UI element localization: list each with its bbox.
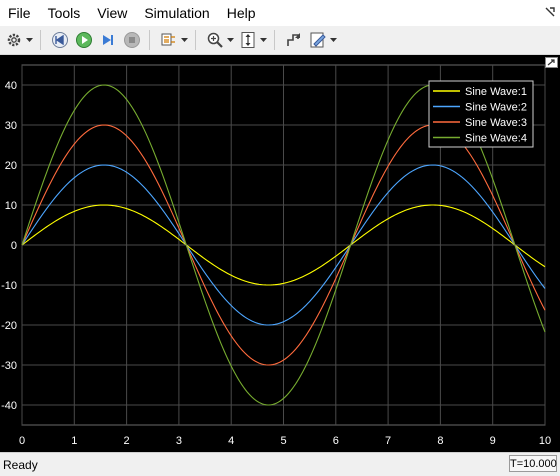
y-tick-label: -40 [1,400,17,412]
y-tick-label: -30 [1,360,17,372]
status-bar: Ready T=10.000 [0,452,560,476]
y-tick-label: -20 [1,320,17,332]
legend-label: Sine Wave:1 [465,86,527,98]
y-tick-label: 0 [11,240,17,252]
toolbar [0,26,560,55]
legend-label: Sine Wave:4 [465,133,527,145]
style-icon[interactable] [308,30,328,50]
x-tick-label: 10 [539,435,551,447]
x-tick-label: 5 [280,435,286,447]
style-dropdown-icon[interactable] [329,30,337,50]
zoom-dropdown-icon[interactable] [226,30,234,50]
y-tick-label: 30 [5,120,17,132]
run-icon[interactable] [74,30,94,50]
menu-simulation[interactable]: Simulation [136,0,218,26]
toolbar-separator [149,30,150,50]
menu-bar: File Tools View Simulation Help [0,0,560,26]
legend-label: Sine Wave:3 [465,117,527,129]
step-back-icon[interactable] [50,30,70,50]
signal-selector-icon[interactable] [159,30,179,50]
y-tick-label: 20 [5,160,17,172]
autoscale-dropdown-icon[interactable] [259,30,267,50]
gear-icon[interactable] [4,30,24,50]
y-tick-label: -10 [1,280,17,292]
x-tick-label: 3 [176,435,182,447]
simulation-time: T=10.000 [509,455,557,472]
scope-plot-area[interactable]: 0 1 2 3 4 5 6 7 8 9 10 -40 -30 -20 -10 0 10 20 30 40 Sine Wa… [0,55,560,452]
x-tick-label: 8 [437,435,443,447]
toolbar-separator [40,30,41,50]
autoscale-icon[interactable] [238,30,258,50]
status-text: Ready [3,458,38,472]
x-tick-label: 1 [71,435,77,447]
menu-tools[interactable]: Tools [40,0,90,26]
step-forward-icon[interactable] [98,30,118,50]
signal-dropdown-icon[interactable] [180,30,188,50]
x-tick-label: 2 [124,435,130,447]
y-tick-label: 10 [5,200,17,212]
settings-dropdown-icon[interactable] [25,30,33,50]
menu-help[interactable]: Help [219,0,265,26]
pin-icon[interactable] [544,6,556,18]
menu-view[interactable]: View [89,0,136,26]
x-tick-label: 4 [228,435,234,447]
x-tick-label: 0 [19,435,25,447]
menu-file[interactable]: File [0,0,40,26]
x-tick-label: 7 [385,435,391,447]
zoom-icon[interactable] [205,30,225,50]
toolbar-separator [274,30,275,50]
legend-label: Sine Wave:2 [465,102,527,114]
stop-icon[interactable] [122,30,142,50]
undock-icon[interactable] [545,57,558,68]
y-tick-label: 40 [5,80,17,92]
x-tick-label: 6 [333,435,339,447]
toolbar-separator [195,30,196,50]
scope-chart[interactable]: 0 1 2 3 4 5 6 7 8 9 10 -40 -30 -20 -10 0 10 20 30 40 Sine Wa… [0,55,560,452]
highlight-block-icon[interactable] [284,30,304,50]
x-tick-label: 9 [490,435,496,447]
